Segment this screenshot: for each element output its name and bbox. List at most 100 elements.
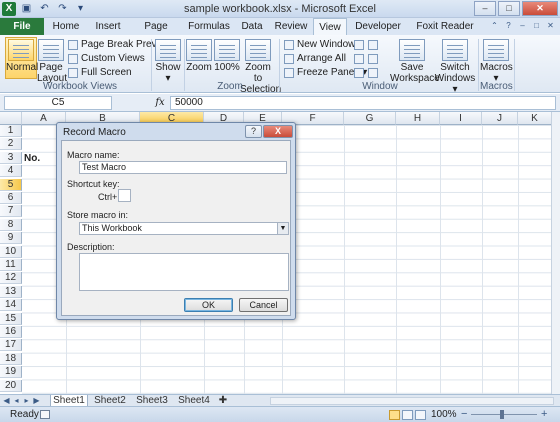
tab-formulas[interactable]: Formulas [186,18,232,35]
macro-name-input[interactable]: Test Macro [79,161,287,174]
select-all-corner[interactable] [0,112,22,125]
tab-developer[interactable]: Developer [352,18,404,35]
zoom-slider-track[interactable] [471,414,537,415]
zoom-100-button[interactable]: 100% [214,39,240,73]
freeze-panes-label: Freeze Panes [297,67,360,78]
page-layout-view-button[interactable]: Page Layout [37,39,67,84]
workbook-minimize-icon[interactable]: – [517,20,528,31]
name-box[interactable]: C5 [4,96,112,110]
page-layout-icon [38,39,64,61]
zoom-in-icon[interactable]: + [541,407,547,422]
save-workspace-button[interactable]: Save Workspace [390,39,440,84]
normal-view-status-icon[interactable] [389,410,400,420]
tab-page-layout[interactable]: Page Layout [130,18,182,49]
tab-foxit-reader-pdf[interactable]: Foxit Reader PDF [406,18,484,49]
column-header-i[interactable]: I [440,112,482,125]
status-ready: Ready [10,409,39,420]
ok-button[interactable]: OK [184,298,233,312]
tab-data[interactable]: Data [238,18,266,35]
chevron-down-icon[interactable]: ▼ [277,223,288,234]
row-header-1[interactable]: 1 [0,125,22,137]
row-header-8[interactable]: 8 [0,219,22,231]
page-layout-status-icon[interactable] [402,410,413,420]
row-header-5[interactable]: 5 [0,179,22,191]
formula-input[interactable]: 50000 [170,96,556,110]
custom-views-button[interactable]: Custom Views [68,53,145,65]
macros-button[interactable]: Macros ▾ [480,39,513,84]
description-textarea[interactable] [79,253,289,291]
description-label: Description: [67,242,115,252]
tab-insert[interactable]: Insert [88,18,128,35]
row-header-17[interactable]: 17 [0,339,22,351]
cell-a3[interactable]: No. [24,153,40,164]
horizontal-scrollbar[interactable] [270,397,554,405]
column-header-k[interactable]: K [518,112,552,125]
normal-view-button[interactable]: Normal [6,39,38,73]
switch-windows-button[interactable]: Switch Windows ▾ [434,39,476,95]
show-button[interactable]: Show ▾ [155,39,181,84]
view-side-by-side-button[interactable] [368,39,378,51]
dialog-close-button[interactable]: X [263,125,293,138]
close-button[interactable]: ✕ [522,1,558,16]
column-header-g[interactable]: G [344,112,396,125]
ribbon-minimize-icon[interactable]: ⌃ [489,20,500,31]
tab-view[interactable]: View [313,18,347,36]
row-header-15[interactable]: 15 [0,313,22,325]
zoom-out-icon[interactable]: − [461,407,467,422]
row-header-20[interactable]: 20 [0,380,22,392]
row-header-16[interactable]: 16 [0,326,22,338]
ribbon-separator [514,39,515,91]
stop-recording-icon[interactable] [40,410,50,419]
full-screen-icon [68,68,78,78]
zoom-button[interactable]: Zoom [186,39,212,73]
row-header-3[interactable]: 3 [0,152,22,164]
tab-home[interactable]: Home [48,18,84,35]
zoom-level[interactable]: 100% [431,407,457,422]
tab-file[interactable]: File [0,18,44,35]
shortcut-key-label: Shortcut key: [67,179,120,189]
full-screen-button[interactable]: Full Screen [68,67,132,79]
help-icon[interactable]: ? [503,20,514,31]
custom-views-icon [68,54,78,64]
row-header-6[interactable]: 6 [0,192,22,204]
row-header-12[interactable]: 12 [0,272,22,284]
workbook-restore-icon[interactable]: □ [531,20,542,31]
row-header-11[interactable]: 11 [0,259,22,271]
page-break-preview-icon [68,40,78,50]
row-header-4[interactable]: 4 [0,165,22,177]
arrange-all-button[interactable]: Arrange All [284,53,346,65]
store-macro-in-select[interactable]: This Workbook ▼ [79,222,289,235]
minimize-button[interactable]: – [474,1,496,16]
split-button[interactable] [354,39,364,51]
row-header-7[interactable]: 7 [0,205,22,217]
macros-group-label: Macros [480,81,513,92]
row-header-10[interactable]: 10 [0,246,22,258]
insert-function-icon[interactable]: fx [152,96,168,110]
unhide-button[interactable] [354,67,364,79]
macro-name-label: Macro name: [67,150,120,160]
dialog-help-button[interactable]: ? [245,125,262,138]
workbook-close-icon[interactable]: ✕ [545,20,556,31]
save-workspace-label-1: Save [400,62,424,73]
hide-button[interactable] [354,53,364,65]
shortcut-key-input[interactable] [118,189,131,202]
synchronous-scrolling-button[interactable] [368,53,378,65]
column-header-j[interactable]: J [482,112,518,125]
maximize-button[interactable]: □ [498,1,520,16]
row-header-13[interactable]: 13 [0,286,22,298]
switch-windows-label-2: Windows ▾ [434,73,476,95]
row-header-18[interactable]: 18 [0,353,22,365]
gridline-col [518,125,519,394]
reset-window-position-button[interactable] [368,67,378,79]
row-header-2[interactable]: 2 [0,138,22,150]
tab-review[interactable]: Review [272,18,310,35]
row-header-19[interactable]: 19 [0,366,22,378]
page-break-status-icon[interactable] [415,410,426,420]
cancel-button[interactable]: Cancel [239,298,288,312]
new-window-button[interactable]: New Window [284,39,355,51]
zoom-slider-thumb[interactable] [500,410,504,419]
row-header-14[interactable]: 14 [0,299,22,311]
row-header-9[interactable]: 9 [0,232,22,244]
column-header-h[interactable]: H [396,112,440,125]
vertical-scrollbar[interactable] [551,112,560,394]
